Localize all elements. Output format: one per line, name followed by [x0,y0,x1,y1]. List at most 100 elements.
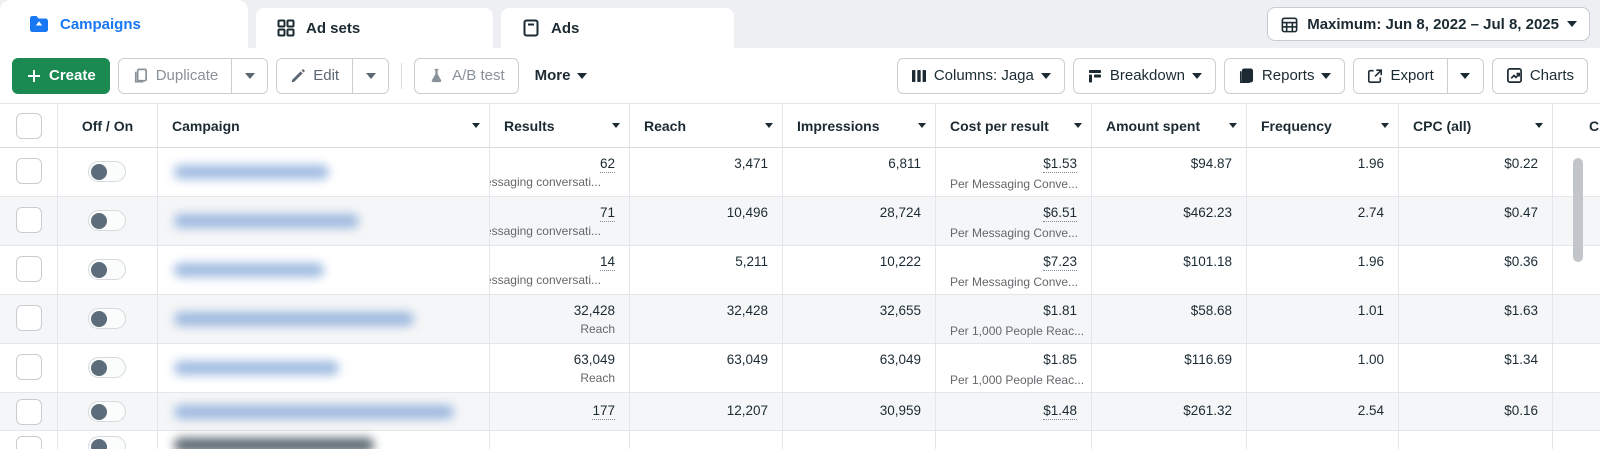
create-button[interactable]: Create [12,57,110,94]
amount-spent-cell: $116.69 [1092,344,1247,392]
impressions-cell: 10,222 [783,246,936,294]
sort-caret-icon [918,123,926,128]
campaign-name-cell[interactable] [158,344,490,392]
redacted-campaign-name [174,214,359,228]
select-all-checkbox[interactable] [15,112,42,139]
charts-icon [1506,67,1523,84]
caret-down-icon [365,72,376,79]
column-header-partial[interactable]: C [1553,104,1600,147]
cpc-cell: $0.22 [1399,148,1553,196]
frequency-cell: 2.54 [1247,393,1399,430]
campaign-toggle[interactable] [88,436,126,449]
campaign-toggle[interactable] [88,308,126,329]
sort-caret-icon [612,123,620,128]
column-header-amount-spent[interactable]: Amount spent [1092,104,1247,147]
redacted-campaign-name [174,263,324,277]
redacted-campaign-name [174,438,374,449]
campaign-toggle[interactable] [88,401,126,422]
columns-button[interactable]: Columns: Jaga [896,57,1065,94]
export-label: Export [1390,67,1434,84]
toggle-knob-icon [91,438,107,449]
campaigns-folder-icon [28,13,50,35]
sort-caret-icon [1535,123,1543,128]
campaign-name-cell[interactable] [158,393,490,430]
row-checkbox[interactable] [15,256,42,282]
duplicate-button[interactable]: Duplicate [118,58,232,93]
ab-test-button[interactable]: A/B test [414,57,519,94]
date-range-label: Maximum: Jun 8, 2022 – Jul 8, 2025 [1307,15,1559,33]
more-button[interactable]: More [526,57,596,94]
toggle-knob-icon [91,212,107,229]
reach-cell: 10,496 [630,197,783,245]
cpc-cell: $0.47 [1399,197,1553,245]
export-dropdown[interactable] [1446,58,1483,93]
duplicate-split-button: Duplicate [117,57,269,94]
tab-campaigns-label: Campaigns [60,15,141,33]
column-header-results[interactable]: Results [490,104,630,147]
edit-button[interactable]: Edit [277,58,353,93]
cost-per-result-cell: $1.81 Per 1,000 People Reac... [936,295,1092,343]
campaign-toggle[interactable] [88,357,126,378]
campaign-toggle[interactable] [88,210,126,231]
campaign-name-cell[interactable] [158,431,490,449]
toolbar: Create Duplicate Edit A/B test More Colu… [0,48,1600,104]
column-header-frequency[interactable]: Frequency [1247,104,1399,147]
column-header-reach[interactable]: Reach [630,104,783,147]
impressions-cell: 63,049 [783,344,936,392]
amount-spent-cell: $462.23 [1092,197,1247,245]
campaign-name-cell[interactable] [158,295,490,343]
amount-spent-cell: $101.18 [1092,246,1247,294]
duplicate-dropdown[interactable] [231,58,268,93]
toolbar-divider [401,62,403,89]
vertical-scrollbar[interactable] [1573,158,1583,262]
campaign-name-cell[interactable] [158,148,490,196]
sort-caret-icon [472,123,480,128]
tab-ads[interactable]: Ads [501,8,734,48]
sort-caret-icon [1074,123,1082,128]
frequency-cell: 2.74 [1247,197,1399,245]
edit-label: Edit [313,67,340,84]
duplicate-icon [132,67,149,84]
column-header-cpc[interactable]: CPC (all) [1399,104,1553,147]
tab-ad-sets[interactable]: Ad sets [256,8,493,48]
row-checkbox[interactable] [15,399,42,425]
row-checkbox[interactable] [15,354,42,380]
column-header-impressions[interactable]: Impressions [783,104,936,147]
amount-spent-cell: $58.68 [1092,295,1247,343]
caret-down-icon [1191,72,1202,79]
row-checkbox[interactable] [15,207,42,233]
redacted-campaign-name [174,361,339,375]
export-button[interactable]: Export [1354,58,1447,93]
breakdown-icon [1087,68,1103,84]
tab-campaigns[interactable]: Campaigns [0,0,248,48]
table-header-row: Off / On Campaign Results Reach Impressi… [0,104,1600,148]
cpc-cell: $0.16 [1399,393,1553,430]
edit-split-button: Edit [276,57,390,94]
toggle-knob-icon [91,310,107,327]
edit-dropdown[interactable] [352,58,389,93]
reports-button[interactable]: Reports [1223,57,1346,94]
campaign-name-cell[interactable] [158,197,490,245]
results-cell: 62Messaging conversati... [490,148,630,196]
reach-cell: 5,211 [630,246,783,294]
plus-icon [26,68,42,84]
cpc-cell: $1.63 [1399,295,1553,343]
toggle-knob-icon [91,261,107,278]
column-header-campaign[interactable]: Campaign [158,104,490,147]
campaign-toggle[interactable] [88,259,126,280]
charts-button[interactable]: Charts [1491,57,1588,94]
column-header-cost-per-result[interactable]: Cost per result [936,104,1092,147]
campaign-name-cell[interactable] [158,246,490,294]
sort-caret-icon [1229,123,1237,128]
breakdown-button[interactable]: Breakdown [1072,57,1216,94]
toolbar-right-group: Columns: Jaga Breakdown Reports Export C… [896,57,1588,94]
row-checkbox[interactable] [15,436,42,449]
impressions-cell: 32,655 [783,295,936,343]
cost-per-result-cell: $1.53 Per Messaging Conve... [936,148,1092,196]
caret-down-icon [1040,72,1051,79]
date-range-selector[interactable]: Maximum: Jun 8, 2022 – Jul 8, 2025 [1267,7,1590,41]
campaign-toggle[interactable] [88,161,126,182]
impressions-cell: 6,811 [783,148,936,196]
row-checkbox[interactable] [15,158,42,184]
row-checkbox[interactable] [15,305,42,331]
